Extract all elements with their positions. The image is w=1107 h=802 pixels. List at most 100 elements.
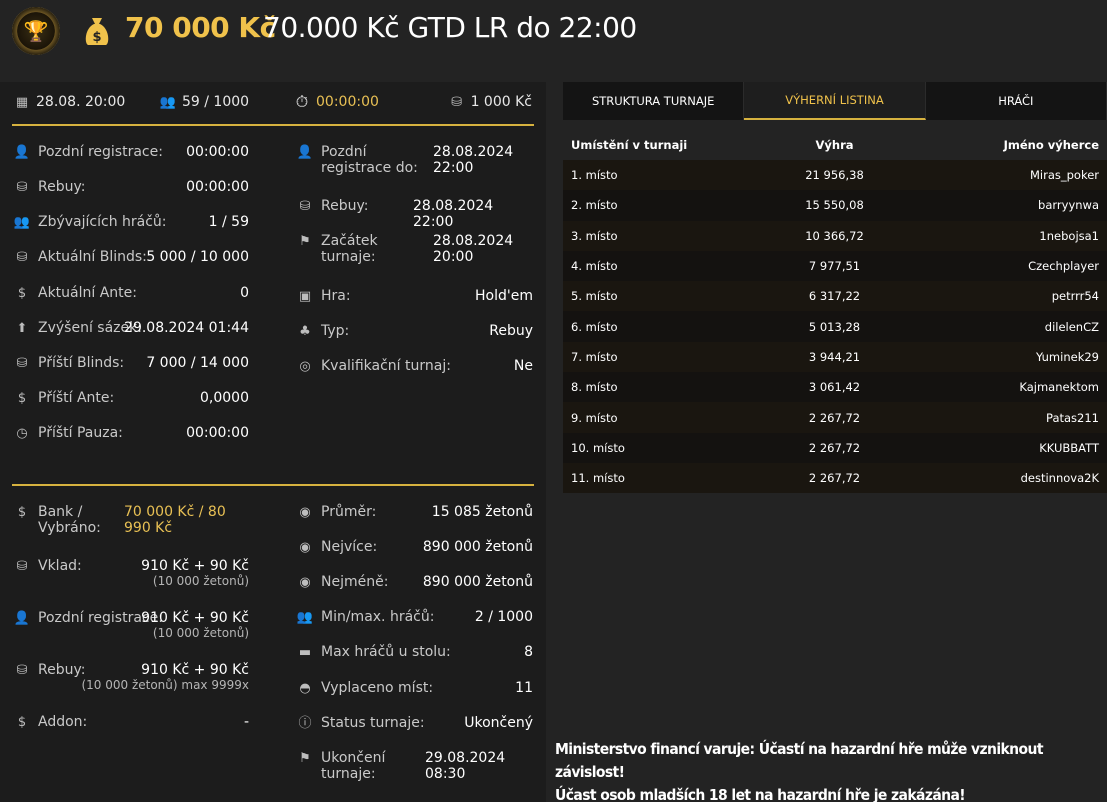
tab-structure[interactable]: STRUKTURA TURNAJE: [563, 82, 745, 120]
info-label: Typ:: [321, 323, 350, 339]
info-row: ▬ Max hráčů u stolu: 8: [297, 644, 533, 660]
info-label: Příští Pauza:: [38, 425, 123, 441]
guarantee-amount: 70 000 Kč: [125, 11, 276, 44]
user-icon: 👤: [296, 144, 314, 160]
info-row: 👤 Pozdní registrace: 910 Kč + 90 Kč (10 000…: [14, 610, 249, 640]
rank-cell: 9. místo: [571, 410, 618, 425]
winner-cell: Yuminek29: [1035, 349, 1099, 364]
table-row: 7. místo 3 944,21 Yuminek29: [563, 341, 1107, 373]
info-row: $ Bank / Vybráno: 70 000 Kč / 80 990 Kč: [14, 504, 249, 536]
info-value: 29.08.2024 08:30: [425, 750, 506, 782]
suits-icon: ♣: [299, 323, 311, 339]
info-row: ⛁ Příští Blinds: 7 000 / 14 000: [14, 355, 249, 371]
page-header: 🏆 $ 70 000 Kč 70.000 Kč GTD LR do 22:00: [0, 0, 1107, 63]
player-count: 👥 59 / 1000: [159, 94, 250, 110]
prize-cell: 15 550,08: [805, 198, 864, 213]
info-value: 0,0000: [200, 390, 249, 406]
info-row: ⓘ Status turnaje: Ukončený: [297, 715, 533, 731]
cards-icon: ▣: [298, 288, 312, 304]
flag-icon: ⚑: [299, 233, 311, 249]
info-row: ◉ Průměr: 15 085 žetonů: [297, 504, 533, 520]
winner-cell: dilelenCZ: [1044, 319, 1099, 334]
prize-cell: 6 317,22: [808, 289, 861, 304]
winner-cell: Patas211: [1046, 410, 1099, 425]
info-value: 70 000 Kč / 80 990 Kč: [124, 504, 226, 536]
info-value: 28.08.2024 22:00: [433, 144, 514, 176]
coin-icon: ⛁: [16, 179, 28, 195]
info-value: 5 000 / 10 000: [146, 249, 249, 265]
table-row: 10. místo 2 267,72 KKUBBATT: [563, 432, 1107, 463]
info-label: Průměr:: [321, 504, 377, 520]
info-value: 890 000 žetonů: [422, 539, 533, 555]
prize-cell: 21 956,38: [805, 168, 864, 183]
info-label: Začátek turnaje:: [321, 233, 378, 265]
info-label: Vklad:: [38, 558, 82, 574]
table-header: Umístění v turnaji Výhra Jméno výherce: [563, 130, 1107, 160]
info-value: 910 Kč + 90 Kč (10 000 žetonů) max 9999x: [81, 662, 249, 692]
tab-winners[interactable]: VÝHERNÍ LISTINA: [744, 82, 926, 120]
table-row: 1. místo 21 956,38 Miras_poker: [563, 160, 1107, 191]
winner-cell: destinnova2K: [1020, 471, 1099, 486]
info-row: ▣ Hra: Hold'em: [297, 288, 533, 304]
tab-players[interactable]: HRÁČI: [925, 82, 1107, 120]
winner-cell: Czechplayer: [1028, 259, 1099, 274]
info-value: Ukončený: [464, 715, 533, 731]
info-value: 890 000 žetonů: [422, 574, 533, 590]
coin-icon: ⛁: [299, 198, 311, 214]
winner-cell: Miras_poker: [1029, 168, 1099, 183]
users-icon: 👥: [159, 94, 177, 110]
users-icon: 👥: [296, 609, 314, 625]
info-value: 8: [524, 644, 533, 660]
svg-text:$: $: [92, 30, 101, 45]
table-row: 3. místo 10 366,72 1nebojsa1: [563, 220, 1107, 251]
rank-cell: 7. místo: [571, 349, 618, 364]
info-row: 👥 Min/max. hráčů: 2 / 1000: [297, 609, 533, 625]
arrow-up-icon: ⬆: [16, 320, 28, 336]
info-label: Max hráčů u stolu:: [321, 644, 451, 660]
rank-cell: 11. místo: [571, 471, 625, 486]
info-row: ♣ Typ: Rebuy: [297, 323, 533, 339]
rank-cell: 1. místo: [571, 168, 618, 183]
info-subvalue: (10 000 žetonů): [152, 574, 249, 588]
info-row: ⚑ Začátek turnaje: 28.08.2024 20:00: [297, 233, 533, 265]
users-icon: 👥: [13, 214, 31, 230]
rank-cell: 8. místo: [571, 380, 618, 395]
winners-table: Umístění v turnaji Výhra Jméno výherce 1…: [563, 130, 1107, 494]
info-row: ⛁ Aktuální Blinds: 5 000 / 10 000: [14, 249, 249, 265]
gambling-warning: Ministerstvo financí varuje: Účastí na h…: [555, 740, 1043, 802]
coin-icon: ⛁: [16, 355, 28, 371]
info-value: 28.08.2024 22:00: [413, 198, 494, 230]
info-row: ⛁ Rebuy: 910 Kč + 90 Kč (10 000 žetonů) max…: [14, 662, 249, 692]
tab-bar: STRUKTURA TURNAJE VÝHERNÍ LISTINA HRÁČI: [563, 82, 1107, 120]
info-subvalue: (10 000 žetonů) max 9999x: [81, 678, 249, 692]
trophy-logo-icon: 🏆: [12, 7, 60, 55]
info-label: Bank / Vybráno:: [38, 504, 101, 536]
rank-cell: 4. místo: [571, 259, 618, 274]
info-value: 910 Kč + 90 Kč (10 000 žetonů): [141, 610, 249, 640]
winner-cell: 1nebojsa1: [1039, 228, 1099, 243]
medal-icon: ◎: [299, 358, 311, 374]
info-label: Aktuální Blinds:: [38, 249, 147, 265]
info-subvalue: (10 000 žetonů): [152, 626, 249, 640]
winner-cell: Kajmanektom: [1019, 380, 1099, 395]
rank-cell: 10. místo: [571, 440, 625, 455]
info-row: ◷ Příští Pauza: 00:00:00: [14, 425, 249, 441]
flag-icon: ⚑: [299, 750, 311, 766]
section-divider: [12, 484, 534, 486]
info-label: Nejvíce:: [321, 539, 378, 555]
stopwatch-icon: ⏱: [295, 92, 309, 111]
rank-cell: 3. místo: [571, 228, 618, 243]
info-row: ◉ Nejvíce: 890 000 žetonů: [297, 539, 533, 555]
table-icon: ▬: [298, 644, 312, 660]
table-row: 5. místo 6 317,22 petrrr54: [563, 281, 1107, 312]
dollar-icon: $: [17, 714, 27, 730]
info-value: 1 / 59: [208, 214, 249, 230]
info-row: $ Aktuální Ante: 0: [14, 285, 249, 301]
info-value: 910 Kč + 90 Kč (10 000 žetonů): [141, 558, 249, 588]
info-label: Pozdní registrace do:: [321, 144, 418, 176]
winner-cell: barryynwa: [1038, 198, 1099, 213]
buyin: ⛁ 1 000 Kč: [449, 94, 532, 110]
info-row: ◉ Nejméně: 890 000 žetonů: [297, 574, 533, 590]
money-bag-icon: $: [85, 18, 109, 45]
info-label: Min/max. hráčů:: [321, 609, 435, 625]
